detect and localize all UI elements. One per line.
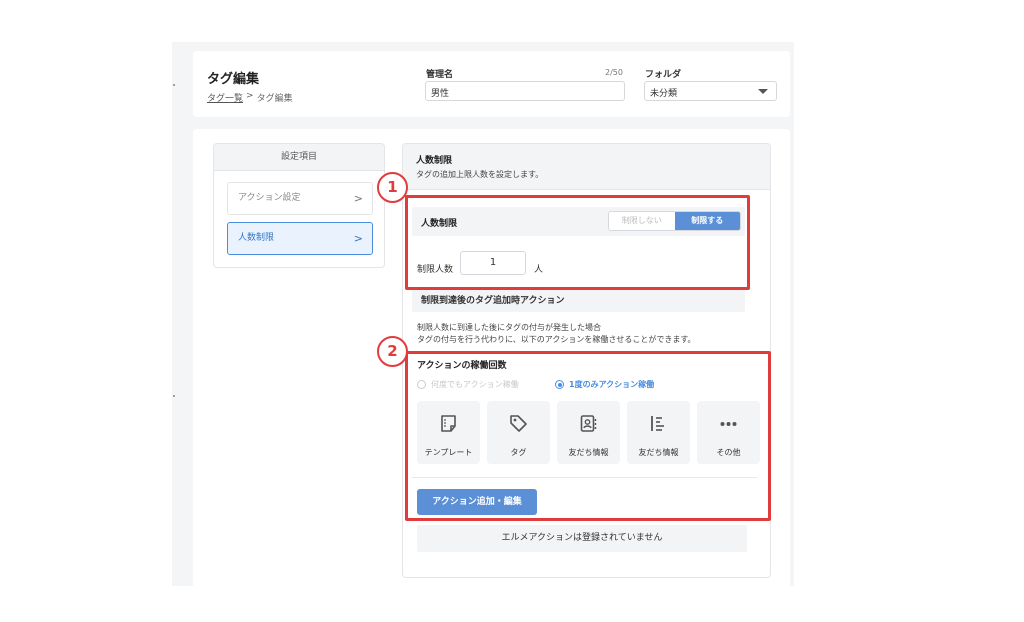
callout-number-2: 2	[377, 336, 408, 367]
limit-count-unit: 人	[534, 265, 544, 275]
folder-select[interactable]: 未分類	[644, 81, 777, 101]
content-title: 人数制限	[416, 156, 453, 166]
action-tile-template[interactable]: テンプレート	[417, 401, 480, 464]
callout-number-1: 1	[377, 172, 408, 203]
limit-toggle-row: 人数制限 制限しない 制限する	[412, 207, 745, 236]
name-field-label: 管理名	[426, 70, 454, 80]
tile-label: その他	[716, 448, 741, 457]
toggle-no-limit[interactable]: 制限しない	[609, 212, 675, 230]
page-title: タグ編集	[207, 72, 260, 87]
more-dots-icon	[720, 422, 737, 426]
action-tile-other[interactable]: その他	[697, 401, 760, 464]
radio-every-time[interactable]: 何度でもアクション稼働	[417, 379, 519, 390]
tile-label: 友だち情報	[568, 448, 609, 457]
after-limit-heading: 制限到達後のタグ追加時アクション	[412, 290, 745, 312]
breadcrumb-link-tag-list[interactable]: タグ一覧	[207, 91, 243, 104]
limit-count-label: 制限人数	[417, 265, 454, 275]
limit-toggle-label: 人数制限	[421, 219, 458, 229]
radio-once-label: 1度のみアクション稼働	[569, 380, 655, 389]
header-card: タグ編集 タグ一覧 > タグ編集 管理名 2/50 男性 フォルダ 未分類	[193, 51, 790, 117]
chevron-down-icon	[758, 89, 768, 94]
settings-item-label: アクション設定	[238, 193, 301, 203]
after-limit-line-2: タグの付与を行う代わりに、以下のアクションを稼働させることができます。	[417, 335, 696, 344]
action-tile-tag[interactable]: タグ	[487, 401, 550, 464]
settings-item-label: 人数制限	[238, 233, 275, 243]
tile-label: テンプレート	[424, 448, 473, 457]
radio-once[interactable]: 1度のみアクション稼働	[555, 379, 654, 390]
chevron-right-icon: >	[353, 232, 363, 245]
body-card: 設定項目 アクション設定 > 人数制限 > 人数制限 タグの追加上限人数を設定し…	[193, 129, 790, 586]
action-count-title: アクションの稼働回数	[417, 361, 507, 371]
name-field-counter: 2/50	[605, 68, 623, 77]
radio-every-time-label: 何度でもアクション稼働	[431, 380, 519, 389]
limit-toggle: 制限しない 制限する	[608, 211, 741, 231]
settings-panel: 設定項目 アクション設定 > 人数制限 >	[213, 143, 385, 268]
name-input[interactable]: 男性	[425, 81, 625, 101]
content-panel: 人数制限 タグの追加上限人数を設定します。 人数制限 制限しない 制限する 制限…	[402, 143, 771, 578]
template-icon	[441, 415, 456, 432]
content-description: タグの追加上限人数を設定します。	[416, 170, 544, 179]
settings-item-limit[interactable]: 人数制限 >	[227, 222, 373, 255]
folder-field-label: フォルダ	[645, 70, 682, 80]
radio-checked-icon	[555, 380, 564, 389]
settings-heading: 設定項目	[214, 144, 384, 171]
toggle-limit[interactable]: 制限する	[674, 212, 740, 230]
action-tile-friend-info[interactable]: 友だち情報	[557, 401, 620, 464]
edge-marker	[173, 395, 175, 397]
action-tile-friend-info-list[interactable]: 友だち情報	[627, 401, 690, 464]
content-header: 人数制限 タグの追加上限人数を設定します。	[403, 144, 770, 190]
breadcrumb: タグ一覧 > タグ編集	[207, 91, 293, 104]
empty-action-message: エルメアクションは登録されていません	[417, 525, 747, 552]
app-window: タグ編集 タグ一覧 > タグ編集 管理名 2/50 男性 フォルダ 未分類 設定…	[172, 42, 794, 586]
tile-label: 友だち情報	[638, 448, 679, 457]
tag-icon	[510, 415, 527, 432]
chevron-right-icon: >	[353, 192, 363, 205]
breadcrumb-separator: >	[246, 91, 254, 101]
limit-count-input[interactable]: 1	[460, 251, 526, 275]
breadcrumb-current: タグ編集	[256, 94, 293, 104]
after-limit-line-1: 制限人数に到達した後にタグの付与が発生した場合	[417, 323, 601, 332]
edge-marker	[173, 84, 175, 86]
radio-circle-icon	[417, 380, 426, 389]
add-edit-action-button[interactable]: アクション追加・編集	[417, 489, 537, 515]
divider	[412, 477, 757, 478]
folder-select-value: 未分類	[650, 89, 678, 99]
list-indent-icon	[651, 416, 664, 431]
contact-card-icon	[580, 415, 597, 432]
settings-item-action[interactable]: アクション設定 >	[227, 182, 373, 215]
after-limit-description: 制限人数に到達した後にタグの付与が発生した場合 タグの付与を行う代わりに、以下の…	[417, 322, 696, 346]
tile-label: タグ	[510, 448, 527, 457]
